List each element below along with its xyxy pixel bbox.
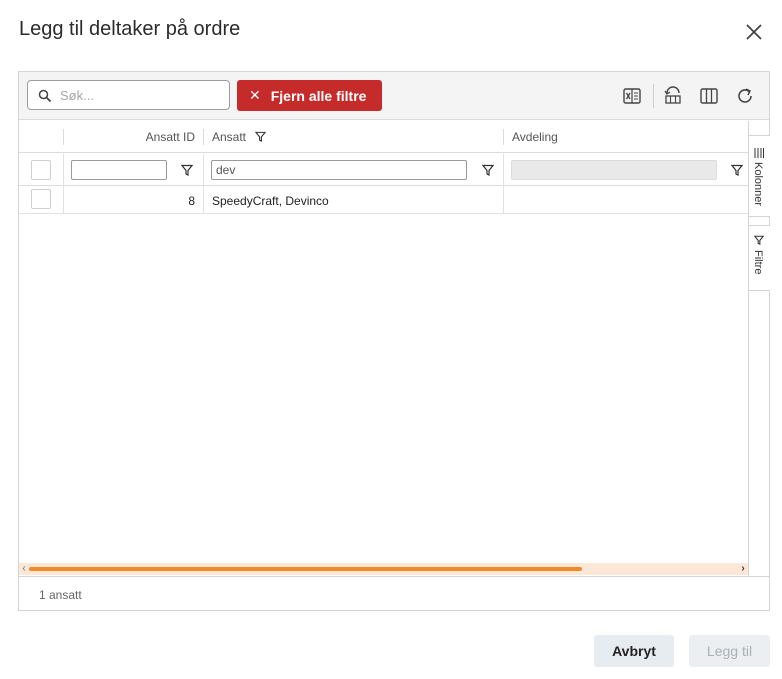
scrollbar-thumb[interactable] — [29, 567, 582, 571]
cell-divider — [63, 154, 64, 186]
cell-ansatt: SpeedyCraft, Devinco — [212, 194, 329, 208]
filter-input-ansatt[interactable] — [211, 160, 467, 180]
clear-all-filters-button[interactable]: ✕ Fjern alle filtre — [237, 80, 382, 111]
side-panel: Kolonner Filtre — [748, 121, 770, 576]
tab-columns-label: Kolonner — [752, 162, 764, 207]
column-separator — [503, 129, 504, 145]
cancel-button[interactable]: Avbryt — [594, 635, 674, 667]
refresh-icon[interactable] — [735, 86, 755, 106]
search-icon — [38, 89, 52, 103]
columns-icon — [754, 148, 764, 158]
tab-filters[interactable]: Filtre — [749, 225, 770, 291]
close-icon[interactable] — [742, 20, 766, 44]
cell-divider — [203, 186, 204, 214]
search-box[interactable] — [27, 80, 230, 110]
filter-icon[interactable] — [731, 164, 743, 176]
column-separator — [203, 129, 204, 145]
search-input[interactable] — [58, 86, 218, 104]
filter-icon — [754, 235, 764, 245]
column-header-ansatt[interactable]: Ansatt — [212, 130, 246, 144]
excel-export-icon[interactable] — [622, 86, 642, 106]
filter-input-avdeling — [511, 160, 717, 180]
column-header-avdeling[interactable]: Avdeling — [512, 130, 558, 144]
clear-all-filters-label: Fjern alle filtre — [270, 87, 367, 104]
tab-filters-label: Filtre — [752, 250, 764, 275]
dialog-title: Legg til deltaker på ordre — [19, 18, 241, 40]
scroll-right-icon[interactable]: › — [738, 563, 748, 575]
cell-divider — [63, 186, 64, 214]
table-row[interactable]: 8 SpeedyCraft, Devinco — [19, 186, 748, 214]
select-all-checkbox[interactable] — [31, 160, 51, 180]
table-header: Ansatt ID Ansatt Avdeling — [19, 121, 748, 153]
filter-row — [19, 154, 748, 186]
row-count: 1 ansatt — [39, 588, 82, 602]
add-participant-dialog: Legg til deltaker på ordre ✕ Fjern alle … — [0, 0, 782, 679]
employee-grid: ✕ Fjern alle filtre — [18, 71, 770, 611]
close-icon: ✕ — [249, 87, 261, 103]
row-checkbox[interactable] — [31, 189, 51, 209]
cell-divider — [503, 154, 504, 186]
filter-icon[interactable] — [482, 164, 494, 176]
columns-icon[interactable] — [699, 86, 719, 106]
column-separator — [63, 129, 64, 145]
scroll-left-icon[interactable]: ‹ — [19, 563, 29, 575]
grid-footer: 1 ansatt — [19, 576, 769, 610]
filter-active-icon — [255, 131, 266, 142]
cell-divider — [503, 186, 504, 214]
column-header-ansatt-id[interactable]: Ansatt ID — [146, 130, 195, 144]
cell-divider — [203, 154, 204, 186]
grid-toolbar: ✕ Fjern alle filtre — [19, 72, 769, 120]
toolbar-separator — [653, 84, 654, 108]
add-button[interactable]: Legg til — [689, 635, 770, 667]
reset-layout-icon[interactable] — [663, 86, 683, 106]
filter-icon[interactable] — [181, 164, 193, 176]
horizontal-scrollbar[interactable]: ‹ › — [19, 563, 748, 575]
tab-columns[interactable]: Kolonner — [749, 135, 770, 217]
cell-ansatt-id: 8 — [188, 194, 195, 208]
filter-input-ansatt-id[interactable] — [71, 160, 167, 180]
